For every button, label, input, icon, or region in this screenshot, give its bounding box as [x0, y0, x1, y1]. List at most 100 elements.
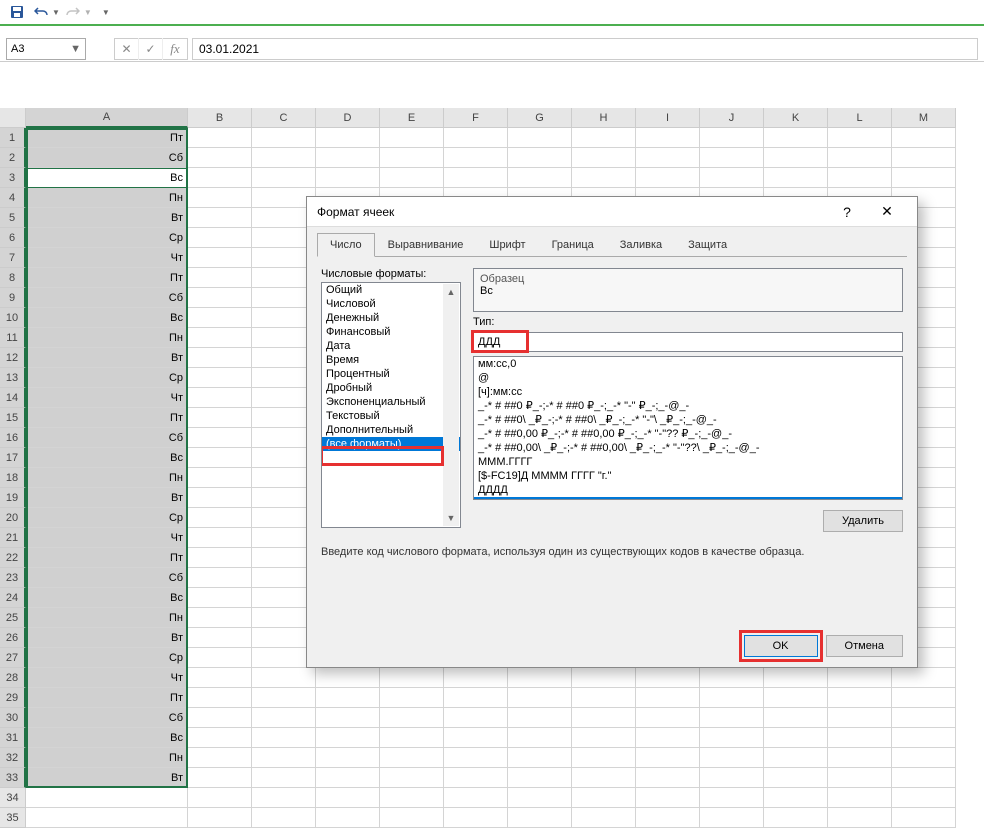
cell[interactable]	[316, 668, 380, 688]
cell[interactable]	[188, 628, 252, 648]
select-all-corner[interactable]	[0, 108, 26, 128]
row-header[interactable]: 26	[0, 628, 26, 648]
column-header[interactable]: G	[508, 108, 572, 128]
category-item[interactable]: (все форматы)	[322, 437, 460, 451]
cell[interactable]	[444, 748, 508, 768]
row-header[interactable]: 5	[0, 208, 26, 228]
cell[interactable]	[636, 768, 700, 788]
format-item[interactable]: _-* # ##0 ₽_-;-* # ##0 ₽_-;_-* "-" ₽_-;_…	[474, 399, 902, 413]
row-header[interactable]: 1	[0, 128, 26, 148]
undo-dropdown-icon[interactable]: ▼	[52, 8, 60, 17]
cell[interactable]	[892, 708, 956, 728]
cell[interactable]	[252, 808, 316, 828]
cell[interactable]	[764, 668, 828, 688]
cell[interactable]	[828, 148, 892, 168]
cell[interactable]	[508, 748, 572, 768]
cell[interactable]: Пн	[26, 748, 188, 768]
dialog-tab[interactable]: Граница	[539, 233, 607, 257]
category-list[interactable]: ▲▼ ОбщийЧисловойДенежныйФинансовыйДатаВр…	[321, 282, 461, 528]
cell[interactable]	[572, 808, 636, 828]
category-item[interactable]: Общий	[322, 283, 460, 297]
cell[interactable]	[188, 488, 252, 508]
row-header[interactable]: 14	[0, 388, 26, 408]
row-header[interactable]: 25	[0, 608, 26, 628]
cell[interactable]	[572, 748, 636, 768]
cell[interactable]	[572, 708, 636, 728]
cell[interactable]	[636, 688, 700, 708]
cell[interactable]	[572, 688, 636, 708]
row-header[interactable]: 21	[0, 528, 26, 548]
category-item[interactable]: Числовой	[322, 297, 460, 311]
format-item[interactable]: МММ.ГГГГ	[474, 455, 902, 469]
cell[interactable]: Вс	[26, 588, 188, 608]
cell[interactable]	[572, 668, 636, 688]
cell[interactable]: Чт	[26, 528, 188, 548]
cell[interactable]	[316, 168, 380, 188]
redo-dropdown-icon[interactable]: ▼	[84, 8, 92, 17]
cell[interactable]	[316, 728, 380, 748]
cell[interactable]	[828, 668, 892, 688]
cell[interactable]	[188, 368, 252, 388]
cell[interactable]: Ср	[26, 228, 188, 248]
cell[interactable]: Сб	[26, 428, 188, 448]
row-header[interactable]: 30	[0, 708, 26, 728]
cell[interactable]	[188, 588, 252, 608]
dialog-close-button[interactable]: ✕	[867, 198, 907, 226]
cell[interactable]: Чт	[26, 388, 188, 408]
row-header[interactable]: 31	[0, 728, 26, 748]
cell[interactable]	[316, 708, 380, 728]
cell[interactable]	[188, 788, 252, 808]
row-header[interactable]: 11	[0, 328, 26, 348]
cell[interactable]: Вс	[26, 168, 188, 188]
row-header[interactable]: 7	[0, 248, 26, 268]
cell[interactable]: Пн	[26, 608, 188, 628]
cell[interactable]	[508, 668, 572, 688]
row-header[interactable]: 15	[0, 408, 26, 428]
format-item[interactable]: @	[474, 371, 902, 385]
column-header[interactable]: A	[26, 108, 188, 128]
cell[interactable]	[380, 668, 444, 688]
cell[interactable]	[892, 168, 956, 188]
cell[interactable]	[188, 508, 252, 528]
row-header[interactable]: 10	[0, 308, 26, 328]
cell[interactable]: Вт	[26, 768, 188, 788]
cell[interactable]	[316, 788, 380, 808]
cell[interactable]	[188, 608, 252, 628]
row-header[interactable]: 29	[0, 688, 26, 708]
format-item[interactable]: [ч]:мм:сс	[474, 385, 902, 399]
cell[interactable]	[444, 808, 508, 828]
cell[interactable]	[892, 788, 956, 808]
save-button[interactable]	[6, 1, 28, 23]
cell[interactable]	[188, 208, 252, 228]
cell[interactable]	[636, 808, 700, 828]
cell[interactable]	[828, 808, 892, 828]
category-item[interactable]: Дата	[322, 339, 460, 353]
cell[interactable]	[252, 728, 316, 748]
cell[interactable]	[188, 808, 252, 828]
cell[interactable]	[508, 728, 572, 748]
row-header[interactable]: 16	[0, 428, 26, 448]
column-header[interactable]: M	[892, 108, 956, 128]
cell[interactable]: Вт	[26, 348, 188, 368]
category-item[interactable]: Экспоненциальный	[322, 395, 460, 409]
cell[interactable]	[188, 688, 252, 708]
cell[interactable]: Ср	[26, 368, 188, 388]
cell[interactable]: Чт	[26, 248, 188, 268]
cell[interactable]	[188, 328, 252, 348]
cell[interactable]	[380, 148, 444, 168]
cell[interactable]: Сб	[26, 288, 188, 308]
cell[interactable]	[828, 748, 892, 768]
cell[interactable]: Пт	[26, 688, 188, 708]
cell[interactable]	[188, 568, 252, 588]
enter-formula-icon[interactable]: ✓	[139, 38, 163, 60]
cell[interactable]	[188, 468, 252, 488]
cell[interactable]	[700, 708, 764, 728]
row-header[interactable]: 32	[0, 748, 26, 768]
cell[interactable]	[700, 728, 764, 748]
cell[interactable]	[444, 148, 508, 168]
cell[interactable]	[636, 668, 700, 688]
cell[interactable]	[188, 648, 252, 668]
format-item[interactable]: ДДДД	[474, 483, 902, 497]
cell[interactable]	[892, 728, 956, 748]
column-header[interactable]: E	[380, 108, 444, 128]
